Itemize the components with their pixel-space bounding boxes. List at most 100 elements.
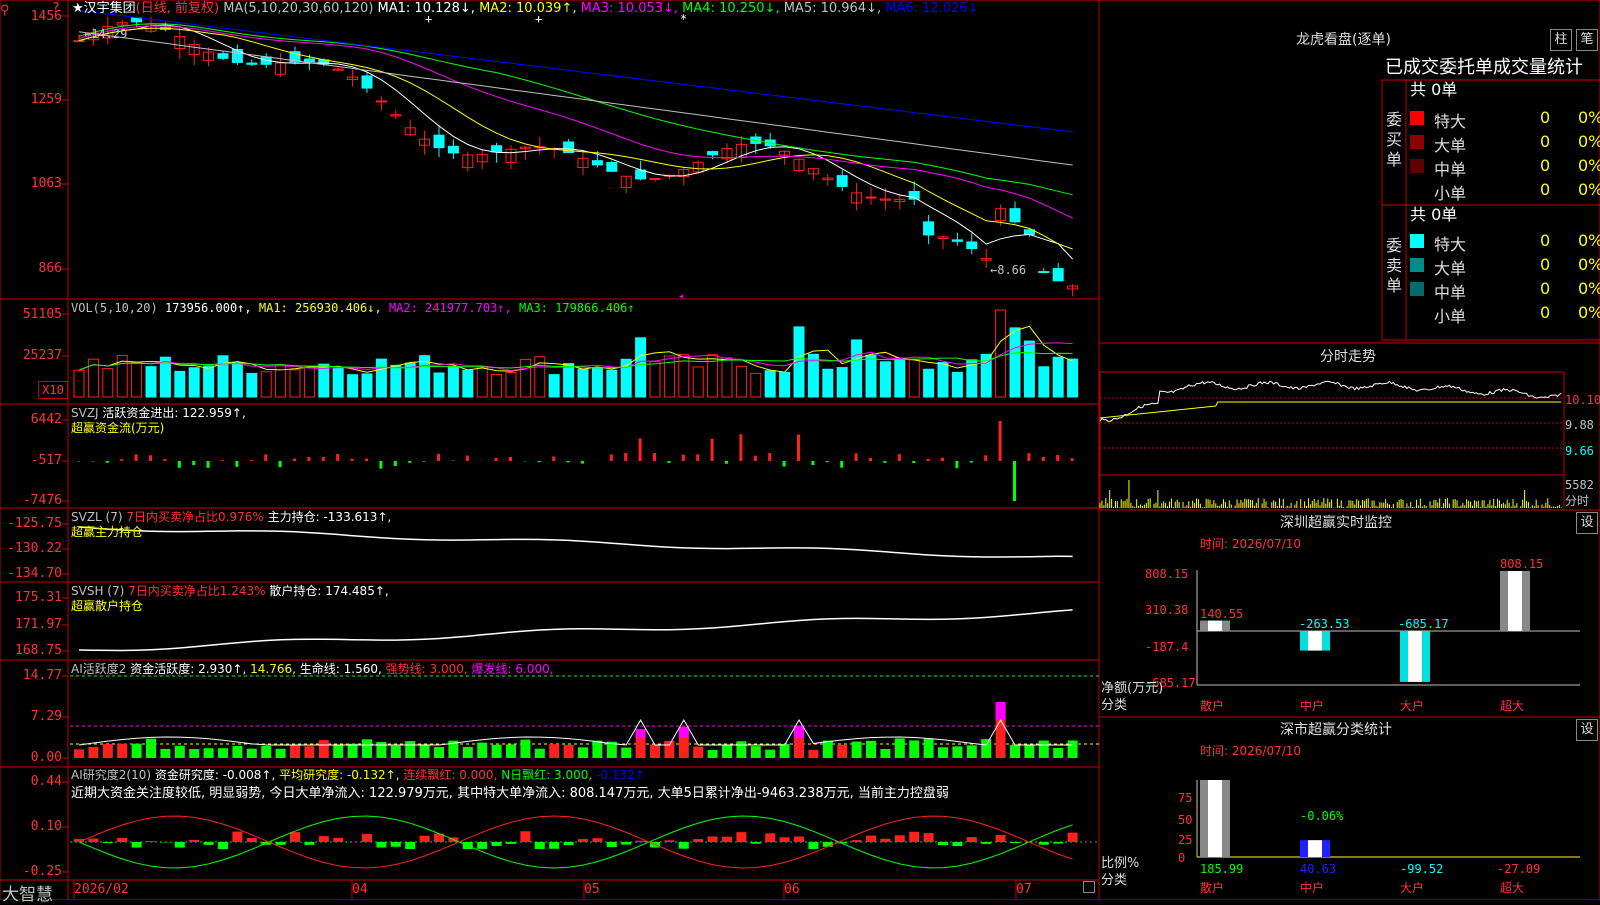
ai1-bar (506, 744, 516, 758)
ai2-d: N日飘红: 3.000, (501, 768, 592, 782)
ma3-value: MA3: 10.053↓, (581, 1, 678, 16)
lh-row-name: 大单 (1434, 132, 1466, 156)
ai2-bar (938, 842, 948, 845)
svzj-bar (725, 461, 728, 464)
stat-axis-sub: 分类 (1101, 873, 1127, 889)
price-candle (607, 163, 617, 172)
ai1-bar (549, 744, 559, 758)
price-candle (492, 146, 502, 152)
ai1-bar (204, 748, 214, 758)
ai1-bar (132, 744, 142, 758)
svzj-bar (970, 461, 973, 463)
svsh-hold: 散户持仓: 174.485↑, (269, 584, 388, 598)
stat-bar-highlight (1208, 780, 1222, 857)
bar-view-button[interactable]: 柱 (1550, 29, 1572, 51)
lh-row-name: 中单 (1434, 156, 1466, 180)
ma1-value: MA1: 10.128↓, (378, 1, 475, 16)
volume-bar (463, 370, 473, 397)
volume-bar (1068, 359, 1078, 397)
ai2-bar (103, 842, 113, 843)
lh-row-count: 0 (1540, 132, 1550, 151)
volume-bar (290, 370, 300, 397)
ai1-bar (592, 741, 602, 758)
svzj-bar (221, 460, 224, 461)
svzj-bar (581, 461, 584, 464)
ai1-bar (866, 741, 876, 758)
monitor-time: 时间: 2026/07/10 (1200, 536, 1301, 552)
svzj-bar (207, 461, 210, 468)
volume-bar (952, 372, 962, 397)
volume-bar (376, 359, 386, 397)
monitor-category: 大户 (1400, 698, 1424, 714)
svzj-bar (667, 461, 670, 463)
intraday-title[interactable]: 分时走势 (1320, 349, 1376, 365)
svzj-bar (163, 459, 166, 461)
ai1-bar (189, 749, 199, 758)
lh-swatch (1410, 306, 1424, 320)
ai1-label-2: 7.29 (0, 709, 62, 725)
price-candle (866, 197, 876, 198)
sell-total: 共 0单 (1410, 207, 1457, 223)
lh-row-name: 小单 (1434, 180, 1466, 204)
stock-name[interactable]: ★汉宇集团 (72, 1, 136, 16)
ai1-burst-bar (679, 727, 689, 738)
stat-settings-button[interactable]: 设 (1576, 719, 1598, 741)
ai1-bar (362, 739, 372, 758)
monitor-settings-button[interactable]: 设 (1576, 512, 1598, 534)
svzj-bar (768, 453, 771, 461)
svzj-bar (610, 454, 613, 461)
ai1-label-3: 0.00 (0, 750, 62, 766)
lh-row-count: 0 (1540, 180, 1550, 199)
lh-row-pct: 0% (1578, 231, 1600, 250)
volume-bar (636, 338, 646, 397)
ma-line-30 (79, 24, 1073, 195)
svzj-bar (826, 461, 829, 462)
vol-value: 173956.000↑, (165, 301, 252, 315)
ai2-bar (621, 842, 631, 845)
volume-bar (146, 367, 156, 397)
ai1-b: 14.766, (250, 662, 296, 676)
ai2-bar (535, 842, 545, 849)
volume-bar (837, 368, 847, 397)
ai2-title: AI研究度2(10) (71, 768, 151, 782)
scroll-lock-icon[interactable] (1083, 881, 1095, 893)
ai2-bar (636, 841, 646, 842)
svzj-title: SVZJ (71, 406, 99, 420)
stat-y-label: 75 (1178, 790, 1192, 806)
ai1-bar (880, 749, 890, 758)
chart-mode[interactable]: (日线, 前复权) (136, 1, 219, 16)
ai2-bar (276, 842, 286, 845)
ai1-bar (621, 748, 631, 758)
stat-axis-title: 比例% (1101, 856, 1139, 872)
volume-bar (722, 358, 732, 397)
vol-unit-badge[interactable]: X10 (38, 381, 68, 399)
price-candle (650, 179, 660, 180)
stat-title: 深市超赢分类统计 (1280, 722, 1392, 738)
volume-bar (348, 375, 358, 397)
ai1-bar (578, 747, 588, 758)
intraday-vol-max: 5582 (1565, 477, 1594, 493)
ma-line-60 (79, 32, 1073, 165)
tick-view-button[interactable]: 笔 (1576, 29, 1598, 51)
volume-bar (304, 367, 314, 397)
ai2-bar (909, 832, 919, 842)
volume-bar (938, 363, 948, 397)
lh-row-count: 0 (1540, 231, 1550, 250)
ai2-bar (1053, 842, 1063, 844)
svzj-bar (739, 434, 742, 461)
svsh-label-2: 171.97 (0, 617, 62, 633)
ai1-bar (981, 739, 991, 758)
ai2-commentary: 近期大资金关注度较低, 明显弱势, 今日大单净流入: 122.979万元, 其中… (71, 786, 1099, 802)
ai2-bar (664, 840, 674, 842)
chart-canvas: ++*◂ (0, 0, 1600, 900)
ma-line-10 (79, 28, 1073, 249)
ai2-bar (1010, 842, 1020, 843)
lh-swatch (1410, 183, 1424, 197)
lh-row-name: 特大 (1434, 231, 1466, 255)
ai2-a: 资金研究度: -0.008↑, (155, 768, 275, 782)
lh-row: 小单00% (1410, 178, 1600, 202)
svzj-bar (811, 461, 814, 465)
ai2-bar (794, 837, 804, 842)
ai2-bar (290, 832, 300, 842)
ai1-bar (477, 743, 487, 758)
